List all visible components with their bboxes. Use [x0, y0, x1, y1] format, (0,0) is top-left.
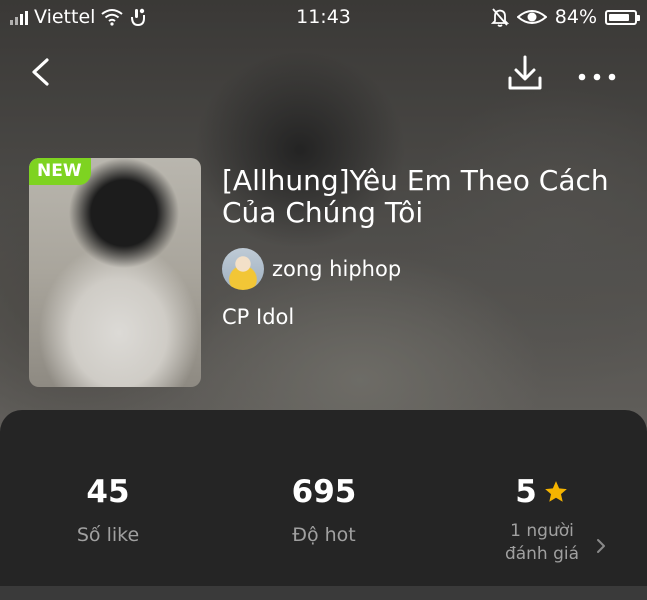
- download-icon: [508, 55, 542, 90]
- stats-panel: 45 Số like 695 Độ hot 5 1 người đánh giá: [0, 410, 647, 586]
- more-icon: [578, 73, 616, 81]
- stat-likes: 45 Số like: [28, 470, 188, 546]
- likes-label: Số like: [76, 524, 140, 546]
- battery-percent: 84%: [554, 6, 597, 28]
- hot-value: 695: [291, 474, 357, 510]
- hot-label: Độ hot: [292, 524, 356, 546]
- story-title: [Allhung]Yêu Em Theo Cách Của Chúng Tôi: [222, 164, 609, 229]
- author-name[interactable]: zong hiphop: [272, 257, 401, 281]
- status-bar: Viettel 11:43 84%: [0, 0, 647, 34]
- new-badge: NEW: [29, 158, 91, 185]
- author-row[interactable]: zong hiphop: [222, 248, 401, 290]
- story-category[interactable]: CP Idol: [222, 305, 294, 329]
- rating-value: 5: [515, 474, 537, 510]
- author-avatar[interactable]: [222, 248, 264, 290]
- stat-hot: 695 Độ hot: [244, 470, 404, 546]
- chevron-right-icon[interactable]: [594, 538, 608, 554]
- story-cover-image[interactable]: NEW: [29, 158, 201, 387]
- more-options-button[interactable]: [574, 50, 620, 96]
- status-right: 84%: [490, 6, 640, 28]
- likes-value: 45: [86, 474, 130, 510]
- bell-muted-icon: [490, 8, 509, 27]
- bottom-divider: [0, 586, 647, 600]
- rating-row: 5: [462, 470, 622, 514]
- top-toolbar: [0, 44, 647, 100]
- back-icon: [32, 58, 49, 86]
- download-button[interactable]: [502, 50, 548, 96]
- star-icon: [544, 481, 567, 502]
- back-button[interactable]: [22, 52, 62, 92]
- battery-icon: [605, 9, 640, 25]
- eye-icon: [516, 10, 547, 24]
